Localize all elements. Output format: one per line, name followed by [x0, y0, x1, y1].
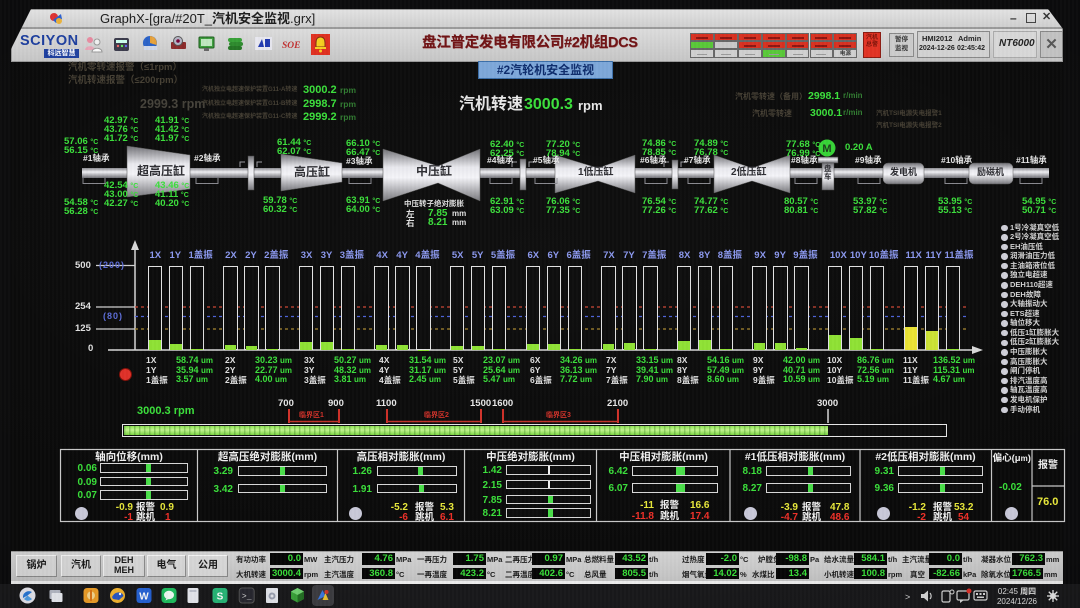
svg-text:˃: ˃ [905, 592, 910, 602]
svg-text:W: W [139, 592, 149, 603]
svg-text:S: S [217, 592, 224, 603]
svg-text:>_: >_ [242, 593, 252, 602]
